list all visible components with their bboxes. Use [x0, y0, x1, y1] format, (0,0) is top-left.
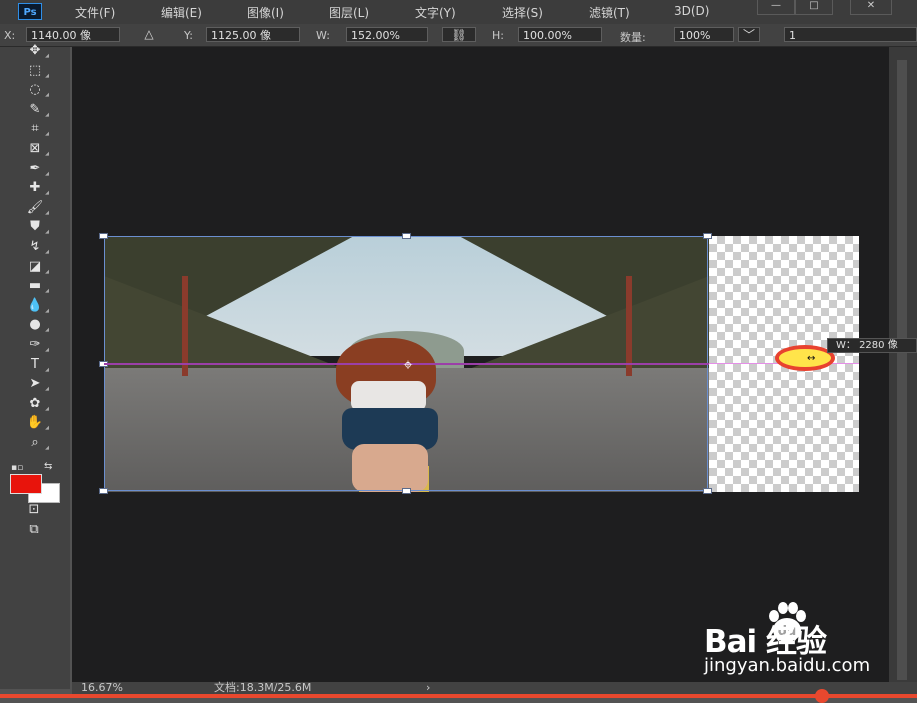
- tool-flyout-indicator: ◢: [45, 366, 49, 373]
- healing-tool-icon[interactable]: ✚ ◢: [19, 179, 51, 197]
- y-position-field[interactable]: 1125.00 像: [206, 27, 300, 42]
- dodge-tool-icon[interactable]: ● ◢: [19, 316, 51, 334]
- width-field[interactable]: 152.00%: [346, 27, 428, 42]
- x-position-field[interactable]: 1140.00 像: [26, 27, 120, 42]
- tool-flyout-indicator: ◢: [45, 229, 49, 236]
- close-button[interactable]: ✕: [850, 0, 892, 15]
- menu-image[interactable]: 图像(I): [247, 4, 284, 21]
- menu-edit[interactable]: 编辑(E): [161, 4, 202, 21]
- transform-handle-top[interactable]: [402, 233, 411, 239]
- transform-tooltip: W： 2280 像: [827, 338, 917, 353]
- tool-flyout-indicator: ◢: [45, 170, 49, 177]
- brush-tool-icon[interactable]: 🖌 ◢: [19, 199, 51, 217]
- menu-3d[interactable]: 3D(D): [674, 4, 709, 18]
- zoom-tool-icon[interactable]: ⌕ ◢: [19, 434, 51, 452]
- eyedropper-tool-icon[interactable]: ✒ ◢: [19, 160, 51, 178]
- frame-tool-icon[interactable]: ⊠ ◢: [19, 140, 51, 158]
- quick-select-tool-icon[interactable]: ✎ ◢: [19, 101, 51, 119]
- gradient-tool-icon[interactable]: ▬ ◢: [19, 277, 51, 295]
- tool-flyout-indicator: ◢: [45, 111, 49, 118]
- video-progress-bar[interactable]: [0, 694, 917, 698]
- transform-handle-bottom[interactable]: [402, 488, 411, 494]
- amount-label: 数量:: [620, 31, 646, 44]
- tool-flyout-indicator: ◢: [45, 249, 49, 255]
- shape-tool-icon[interactable]: ✿ ◢: [19, 395, 51, 413]
- status-bar: 16.67% 文档:18.3M/25.6M ›: [72, 682, 917, 694]
- transform-handle-bottom-left[interactable]: [99, 488, 108, 494]
- reference-point-icon[interactable]: ⌖: [398, 356, 418, 374]
- tool-flyout-indicator: ◢: [45, 190, 49, 197]
- chevron-down-icon[interactable]: ﹀: [738, 27, 760, 42]
- tool-flyout-indicator: ◢: [45, 307, 49, 314]
- tool-flyout-indicator: ◢: [45, 268, 49, 275]
- tool-flyout-indicator: ◢: [45, 131, 49, 138]
- document-size: 文档:18.3M/25.6M: [214, 681, 312, 694]
- lasso-tool-icon[interactable]: ◌ ◢: [19, 81, 51, 99]
- swap-colors-icon[interactable]: ⇆: [44, 461, 52, 472]
- photoshop-logo[interactable]: Ps: [18, 3, 42, 20]
- resize-cursor-icon: ↔: [807, 353, 816, 364]
- hand-tool-icon[interactable]: ✋ ◢: [19, 414, 51, 432]
- tool-flyout-indicator: ◢: [45, 405, 49, 412]
- h-label: H:: [492, 29, 504, 42]
- stamp-tool-icon[interactable]: ⛊ ◢: [19, 218, 51, 236]
- tool-flyout-indicator: ◢: [45, 347, 49, 353]
- tool-flyout-indicator: ◢: [45, 288, 49, 295]
- baidu-watermark: du Bai 经验 jingyan.baidu.com: [704, 598, 874, 678]
- history-brush-tool-icon[interactable]: ↯ ◢: [19, 238, 51, 256]
- path-select-tool-icon[interactable]: ➤ ◢: [19, 375, 51, 393]
- blur-tool-icon[interactable]: 💧 ◢: [19, 297, 51, 315]
- scrollbar-thumb[interactable]: [897, 60, 907, 680]
- x-label: X:: [4, 29, 16, 42]
- menu-select[interactable]: 选择(S): [502, 4, 543, 21]
- video-progress-handle[interactable]: [815, 689, 829, 703]
- pen-tool-icon[interactable]: ✑ ◢: [19, 336, 51, 354]
- y-label: Y:: [184, 29, 193, 42]
- watermark-url: jingyan.baidu.com: [704, 655, 871, 676]
- tool-flyout-indicator: ◢: [45, 72, 49, 79]
- relative-position-icon[interactable]: △: [138, 27, 160, 42]
- menu-file[interactable]: 文件(F): [75, 4, 115, 21]
- link-icon[interactable]: ⛓: [442, 27, 476, 42]
- options-bar: X: 1140.00 像 △ Y: 1125.00 像 W: 152.00% ⛓…: [0, 24, 917, 47]
- tool-flyout-indicator: ◢: [45, 445, 49, 451]
- tool-flyout-indicator: ◢: [45, 92, 49, 99]
- zoom-level[interactable]: 16.67%: [81, 682, 123, 694]
- menu-bar: Ps 文件(F) 编辑(E) 图像(I) 图层(L) 文字(Y) 选择(S) 滤…: [0, 0, 917, 24]
- interpolation-select[interactable]: 1: [784, 27, 917, 42]
- height-field[interactable]: 100.00%: [518, 27, 602, 42]
- eraser-tool-icon[interactable]: ◪ ◢: [19, 258, 51, 276]
- foreground-color-swatch[interactable]: [10, 474, 42, 494]
- quick-mask-icon[interactable]: ⊡: [18, 501, 50, 519]
- transform-handle-top-right[interactable]: [703, 233, 712, 239]
- crop-tool-icon[interactable]: ⌗ ◢: [19, 120, 51, 138]
- move-tool-icon[interactable]: ✥ ◢: [19, 42, 51, 60]
- tool-flyout-indicator: ◢: [45, 425, 49, 432]
- tool-flyout-indicator: ◢: [45, 53, 49, 59]
- amount-field[interactable]: 100%: [674, 27, 734, 42]
- tool-flyout-indicator: ◢: [45, 209, 49, 216]
- marquee-tool-icon[interactable]: ⬚ ◢: [19, 62, 51, 80]
- transform-handle-top-left[interactable]: [99, 233, 108, 239]
- maximize-button[interactable]: □: [795, 0, 833, 15]
- minimize-button[interactable]: —: [757, 0, 795, 15]
- type-tool-icon[interactable]: T ◢: [19, 356, 51, 374]
- status-menu-arrow[interactable]: ›: [426, 682, 430, 694]
- tool-flyout-indicator: ◢: [45, 386, 49, 393]
- menu-layer[interactable]: 图层(L): [329, 4, 369, 21]
- tool-flyout-indicator: ◢: [45, 151, 49, 157]
- transform-handle-bottom-right[interactable]: [703, 488, 712, 494]
- screen-mode-icon[interactable]: ⧉: [18, 521, 50, 539]
- default-colors-icon[interactable]: ▪▫: [11, 463, 23, 473]
- w-label: W:: [316, 29, 330, 42]
- cursor-highlight: [775, 345, 835, 371]
- tool-flyout-indicator: ◢: [45, 327, 49, 334]
- menu-filter[interactable]: 滤镜(T): [589, 4, 630, 21]
- menu-type[interactable]: 文字(Y): [415, 4, 456, 21]
